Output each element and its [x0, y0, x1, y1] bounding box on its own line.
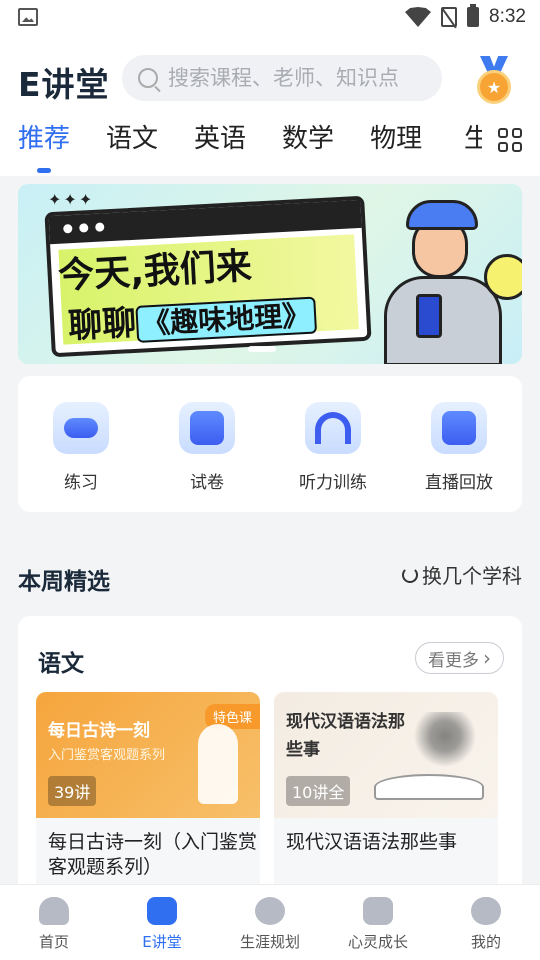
banner-subline-prefix: 聊聊	[67, 302, 138, 347]
leaf-icon	[363, 897, 393, 925]
course-card[interactable]: 每日古诗一刻 入门鉴赏客观题系列 特色课 39讲 每日古诗一刻（入门鉴赏客观题系…	[36, 692, 260, 892]
nav-label: 生涯规划	[239, 933, 300, 951]
tab-english[interactable]: 英语	[194, 118, 246, 155]
chevron-right-icon: ›	[483, 646, 491, 670]
subject-tabs: 推荐 语文 英语 数学 物理	[18, 118, 422, 155]
sparkle-icon: ✦✦✦	[48, 190, 95, 209]
nav-career-planning[interactable]: 生涯规划	[220, 885, 320, 960]
medal-icon[interactable]: ★	[474, 56, 514, 104]
practice-icon	[53, 402, 109, 454]
entry-label: 直播回放	[425, 473, 493, 493]
switch-subjects-button[interactable]: 换几个学科	[402, 560, 522, 589]
see-more-button[interactable]: 看更多 ›	[415, 642, 504, 674]
course-card[interactable]: 现代汉语语法那些事 10讲全 现代汉语语法那些事	[274, 692, 498, 892]
cover-title: 每日古诗一刻	[48, 721, 150, 741]
image-notification-icon	[18, 8, 38, 26]
battery-charging-icon	[467, 4, 480, 27]
entry-label: 试卷	[190, 473, 224, 493]
entry-live-replay[interactable]: 直播回放	[404, 402, 514, 512]
tab-chinese[interactable]: 语文	[106, 118, 158, 155]
status-time: 8:32	[489, 6, 526, 27]
home-icon	[39, 897, 69, 925]
refresh-icon	[402, 566, 418, 583]
search-bar[interactable]	[122, 55, 442, 101]
tab-math[interactable]: 数学	[282, 118, 334, 155]
wifi-icon	[405, 7, 432, 27]
course-cover: 每日古诗一刻 入门鉴赏客观题系列 特色课 39讲	[36, 692, 260, 818]
all-subjects-grid-icon[interactable]	[498, 128, 522, 152]
quick-entries: 练习 试卷 听力训练 直播回放	[18, 376, 522, 512]
play-icon	[147, 897, 177, 925]
nav-label: 我的	[470, 933, 501, 951]
promo-banner[interactable]: ✦✦✦ 今天,我们来 聊聊 《趣味地理》	[18, 184, 522, 364]
tab-biology-clipped[interactable]: 生	[464, 118, 482, 155]
status-bar: 8:32	[0, 0, 540, 36]
entry-practice[interactable]: 练习	[26, 402, 136, 512]
tab-physics[interactable]: 物理	[370, 118, 422, 155]
video-camera-icon	[431, 402, 487, 454]
nav-me[interactable]: 我的	[436, 885, 536, 960]
bamboo-illustration	[410, 712, 480, 772]
subject-card: 语文 看更多 › 每日古诗一刻 入门鉴赏客观题系列 特色课 39讲 每日古诗一刻…	[18, 616, 522, 916]
exam-paper-icon	[179, 402, 235, 454]
lesson-count: 10讲全	[286, 776, 351, 806]
course-cover: 现代汉语语法那些事 10讲全	[274, 692, 498, 818]
tab-recommend[interactable]: 推荐	[18, 118, 70, 155]
entry-label: 练习	[64, 473, 98, 493]
search-input[interactable]	[168, 66, 428, 90]
card-subject-title: 语文	[38, 651, 84, 677]
nav-mind-growth[interactable]: 心灵成长	[328, 885, 428, 960]
cover-subtitle: 入门鉴赏客观题系列	[48, 748, 166, 763]
user-icon	[471, 897, 501, 925]
banner-pagination	[248, 346, 276, 352]
cover-title: 现代汉语语法那些事	[286, 712, 405, 760]
nav-label: E讲堂	[142, 933, 182, 951]
entry-label: 听力训练	[299, 473, 367, 493]
book-illustration	[374, 774, 484, 800]
poet-illustration	[198, 724, 238, 804]
nav-e-lecture[interactable]: E讲堂	[112, 885, 212, 960]
switch-subjects-label: 换几个学科	[422, 564, 522, 588]
bottom-navigation: 首页 E讲堂 生涯规划 心灵成长 我的	[0, 884, 540, 960]
lesson-count: 39讲	[48, 776, 97, 806]
nav-label: 首页	[38, 933, 69, 951]
nav-label: 心灵成长	[347, 933, 408, 951]
header: E讲堂 ★ 推荐 语文 英语 数学 物理 生	[0, 36, 540, 176]
nav-home[interactable]: 首页	[4, 885, 104, 960]
smiley-icon	[484, 254, 522, 300]
course-name: 现代汉语语法那些事	[286, 831, 458, 853]
entry-exam-paper[interactable]: 试卷	[152, 402, 262, 512]
entry-listening[interactable]: 听力训练	[278, 402, 388, 512]
section-title: 本周精选	[18, 569, 110, 595]
headphones-icon	[305, 402, 361, 454]
course-name: 每日古诗一刻（入门鉴赏客观题系列）	[48, 831, 258, 878]
status-indicators: 8:32	[405, 4, 526, 28]
see-more-label: 看更多	[428, 650, 479, 671]
app-logo: E讲堂	[18, 65, 110, 104]
search-icon	[138, 68, 158, 88]
compass-icon	[255, 897, 285, 925]
no-sim-icon	[441, 7, 458, 27]
